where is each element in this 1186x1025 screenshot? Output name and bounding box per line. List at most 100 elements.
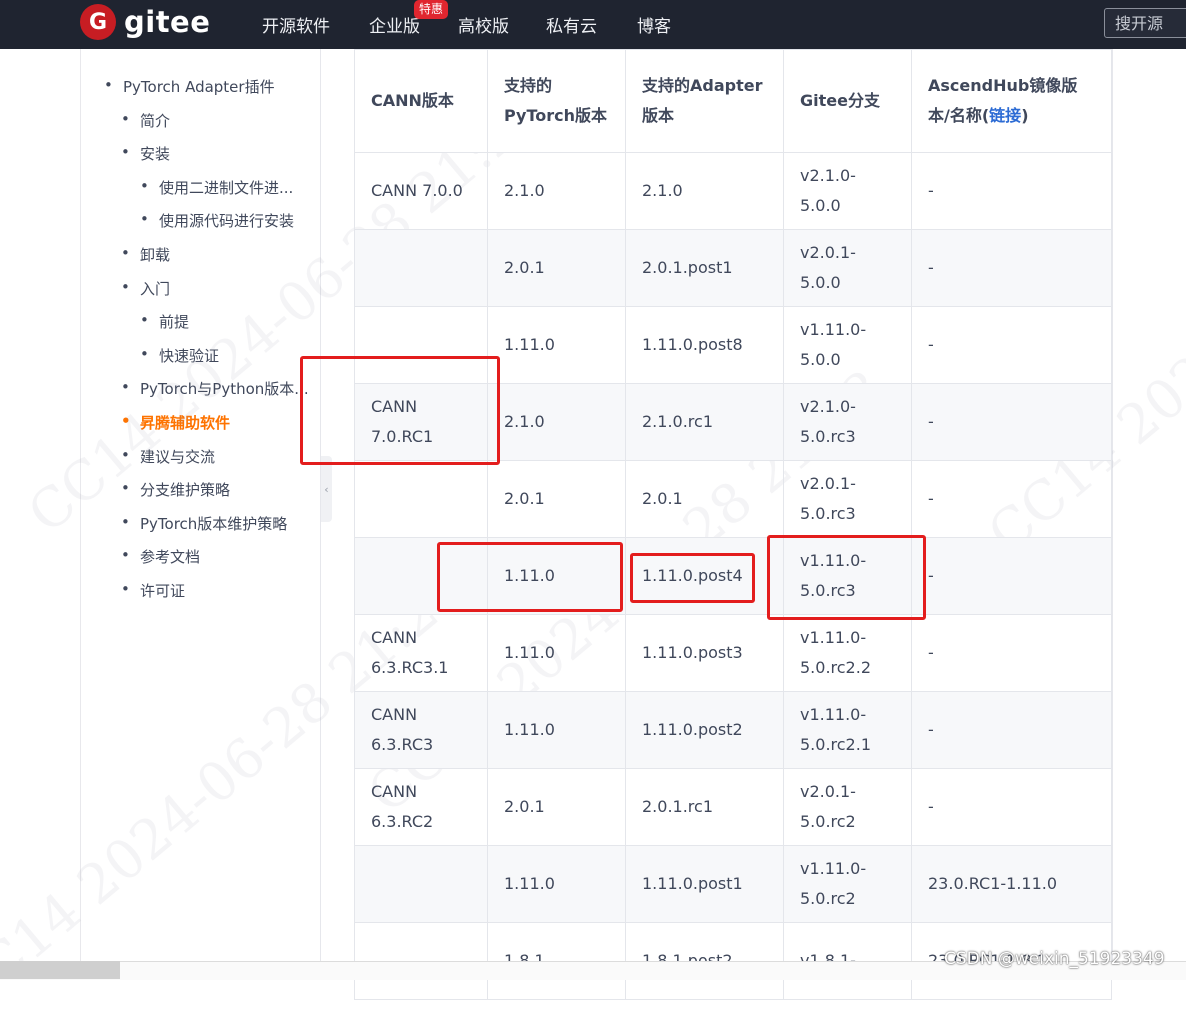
toc-bullet-icon: • <box>140 176 149 195</box>
toc-item[interactable]: • 安装 <box>121 143 171 164</box>
toc-item[interactable]: • 使用源代码进行安装 <box>140 210 294 231</box>
cell-branch: v1.11.0-5.0.rc2.1 <box>783 691 912 769</box>
table-row: 2.0.1 2.0.1 v2.0.1-5.0.rc3- <box>354 460 1112 538</box>
toc-item[interactable]: • 简介 <box>121 110 170 131</box>
cell-adapter: 2.0.1.rc1 <box>625 768 784 846</box>
sidebar-collapse-icon[interactable]: ‹ <box>321 456 332 522</box>
cell-cann: CANN 6.3.RC2 <box>354 768 488 846</box>
nav-open-source[interactable]: 开源软件 <box>262 12 330 37</box>
toc-item-label: PyTorch与Python版本... <box>140 380 309 399</box>
toc-item-label: 入门 <box>140 279 171 298</box>
toc-bullet-icon: • <box>121 546 130 565</box>
cell-adapter: 2.1.0.rc1 <box>625 383 784 461</box>
search-input[interactable]: 搜开源 <box>1104 8 1186 38</box>
toc-bullet-icon: • <box>104 76 113 94</box>
annotation-box-adapter <box>630 553 755 603</box>
toc-bullet-icon: • <box>121 479 130 498</box>
toc-item-label: PyTorch Adapter插件 <box>123 78 275 96</box>
toc-item-label: 参考文档 <box>140 548 201 567</box>
toc-item-label: 快速验证 <box>159 346 220 365</box>
toc-item[interactable]: • 前提 <box>140 311 190 332</box>
nav-education[interactable]: 高校版 <box>458 12 509 37</box>
toc-bullet-icon: • <box>121 109 130 128</box>
cell-ascendhub: - <box>911 460 1112 538</box>
toc-item[interactable]: • PyTorch与Python版本... <box>121 378 309 399</box>
toc-item[interactable]: • 快速验证 <box>140 345 220 366</box>
nav-blog[interactable]: 博客 <box>637 12 671 37</box>
ascendhub-header-suffix: ) <box>1021 106 1029 125</box>
table-header-row: CANN版本 支持的PyTorch版本 支持的Adapter版本 Gitee分支… <box>354 49 1112 153</box>
promo-badge: 特惠 <box>414 0 449 19</box>
toc-bullet-icon: • <box>140 210 149 229</box>
cell-adapter: 2.0.1.post1 <box>625 229 784 307</box>
annotation-box-cann <box>300 356 500 465</box>
cell-adapter: 1.11.0.post2 <box>625 691 784 769</box>
toc-item-label: 建议与交流 <box>140 447 216 466</box>
toc-item[interactable]: • 分支维护策略 <box>121 479 231 500</box>
cell-branch: v2.0.1-5.0.rc3 <box>783 460 912 538</box>
toc-item-label: 使用二进制文件进... <box>159 178 294 197</box>
cell-ascendhub: 23.0.RC1-1.11.0 <box>911 845 1112 923</box>
table-row: CANN 7.0.0 2.1.0 2.1.0 v2.1.0-5.0.0- <box>354 152 1112 230</box>
cell-ascendhub: - <box>911 383 1112 461</box>
toc-item[interactable]: • 入门 <box>121 278 171 299</box>
version-compat-table: CANN版本 支持的PyTorch版本 支持的Adapter版本 Gitee分支… <box>354 49 1112 1000</box>
gitee-logo-icon: G <box>80 4 116 40</box>
top-navbar: G gitee 开源软件 企业版 高校版 私有云 博客 特惠 搜开源 <box>0 0 1186 49</box>
cell-ascendhub: - <box>911 229 1112 307</box>
toc-bullet-icon: • <box>121 277 130 296</box>
toc-item[interactable]: • 建议与交流 <box>121 446 216 467</box>
toc-bullet-icon: • <box>121 244 130 262</box>
toc-item-label: PyTorch版本维护策略 <box>140 514 288 533</box>
cell-adapter: 1.11.0.post3 <box>625 614 784 692</box>
table-row: CANN 6.3.RC3.1 1.11.0 1.11.0.post3 v1.11.0-… <box>354 614 1112 692</box>
cell-pytorch: 1.11.0 <box>487 691 626 769</box>
cell-ascendhub: - <box>911 537 1112 615</box>
nav-private-cloud[interactable]: 私有云 <box>546 12 597 37</box>
toc-sidebar: • PyTorch Adapter插件 • 简介 • 安装 • 使用二进制文件进... • 使用源… <box>80 49 320 979</box>
cell-pytorch: 1.11.0 <box>487 845 626 923</box>
cell-cann: CANN 6.3.RC3.1 <box>354 614 488 692</box>
table-row: 2.0.1 2.0.1.post1 v2.0.1-5.0.0- <box>354 229 1112 307</box>
cell-pytorch: 1.11.0 <box>487 306 626 384</box>
toc-item-label: 安装 <box>140 145 171 164</box>
annotation-box-branch <box>767 535 926 620</box>
toc-item[interactable]: • 昇腾辅助软件 <box>121 412 230 433</box>
cell-cann <box>354 460 488 538</box>
nav-enterprise[interactable]: 企业版 <box>369 12 420 37</box>
cell-adapter: 2.1.0 <box>625 152 784 230</box>
toc-item-label: 许可证 <box>140 582 186 600</box>
cell-pytorch: 2.1.0 <box>487 152 626 230</box>
scrollbar-thumb[interactable] <box>0 961 120 979</box>
toc-item[interactable]: • 卸载 <box>121 244 170 265</box>
col-header-branch: Gitee分支 <box>783 49 912 153</box>
toc-item-label: 前提 <box>159 313 190 332</box>
left-gutter <box>0 49 81 979</box>
cell-pytorch: 2.0.1 <box>487 229 626 307</box>
content-right-border <box>1112 49 1113 979</box>
toc-bullet-icon: • <box>121 412 131 430</box>
table-row: CANN 6.3.RC2 2.0.1 2.0.1.rc1 v2.0.1-5.0.rc2… <box>354 768 1112 846</box>
cell-branch: v1.11.0-5.0.rc2 <box>783 845 912 923</box>
gitee-logo-text: gitee <box>124 5 211 39</box>
cell-cann: CANN 7.0.0 <box>354 152 488 230</box>
toc-bullet-icon: • <box>121 378 130 397</box>
toc-item-label: 分支维护策略 <box>140 481 231 500</box>
csdn-credit-watermark: CSDN @weixin_51923349 <box>944 949 1165 969</box>
table-row: 1.11.0 1.11.0.post1 v1.11.0-5.0.rc2 23.0.RC… <box>354 845 1112 923</box>
cell-ascendhub: - <box>911 614 1112 692</box>
gitee-logo[interactable]: G gitee <box>80 4 210 40</box>
cell-pytorch: 2.1.0 <box>487 383 626 461</box>
toc-item[interactable]: • 使用二进制文件进... <box>140 177 294 198</box>
cell-branch: v2.0.1-5.0.rc2 <box>783 768 912 846</box>
toc-item[interactable]: • PyTorch Adapter插件 <box>104 76 275 97</box>
toc-bullet-icon: • <box>140 311 149 330</box>
toc-item[interactable]: • 许可证 <box>121 580 186 601</box>
cell-adapter: 1.11.0.post8 <box>625 306 784 384</box>
cell-cann: CANN 6.3.RC3 <box>354 691 488 769</box>
cell-ascendhub: - <box>911 768 1112 846</box>
toc-bullet-icon: • <box>121 512 130 531</box>
toc-item[interactable]: • PyTorch版本维护策略 <box>121 513 288 534</box>
ascendhub-link[interactable]: 链接 <box>989 106 1021 125</box>
toc-item[interactable]: • 参考文档 <box>121 546 201 567</box>
